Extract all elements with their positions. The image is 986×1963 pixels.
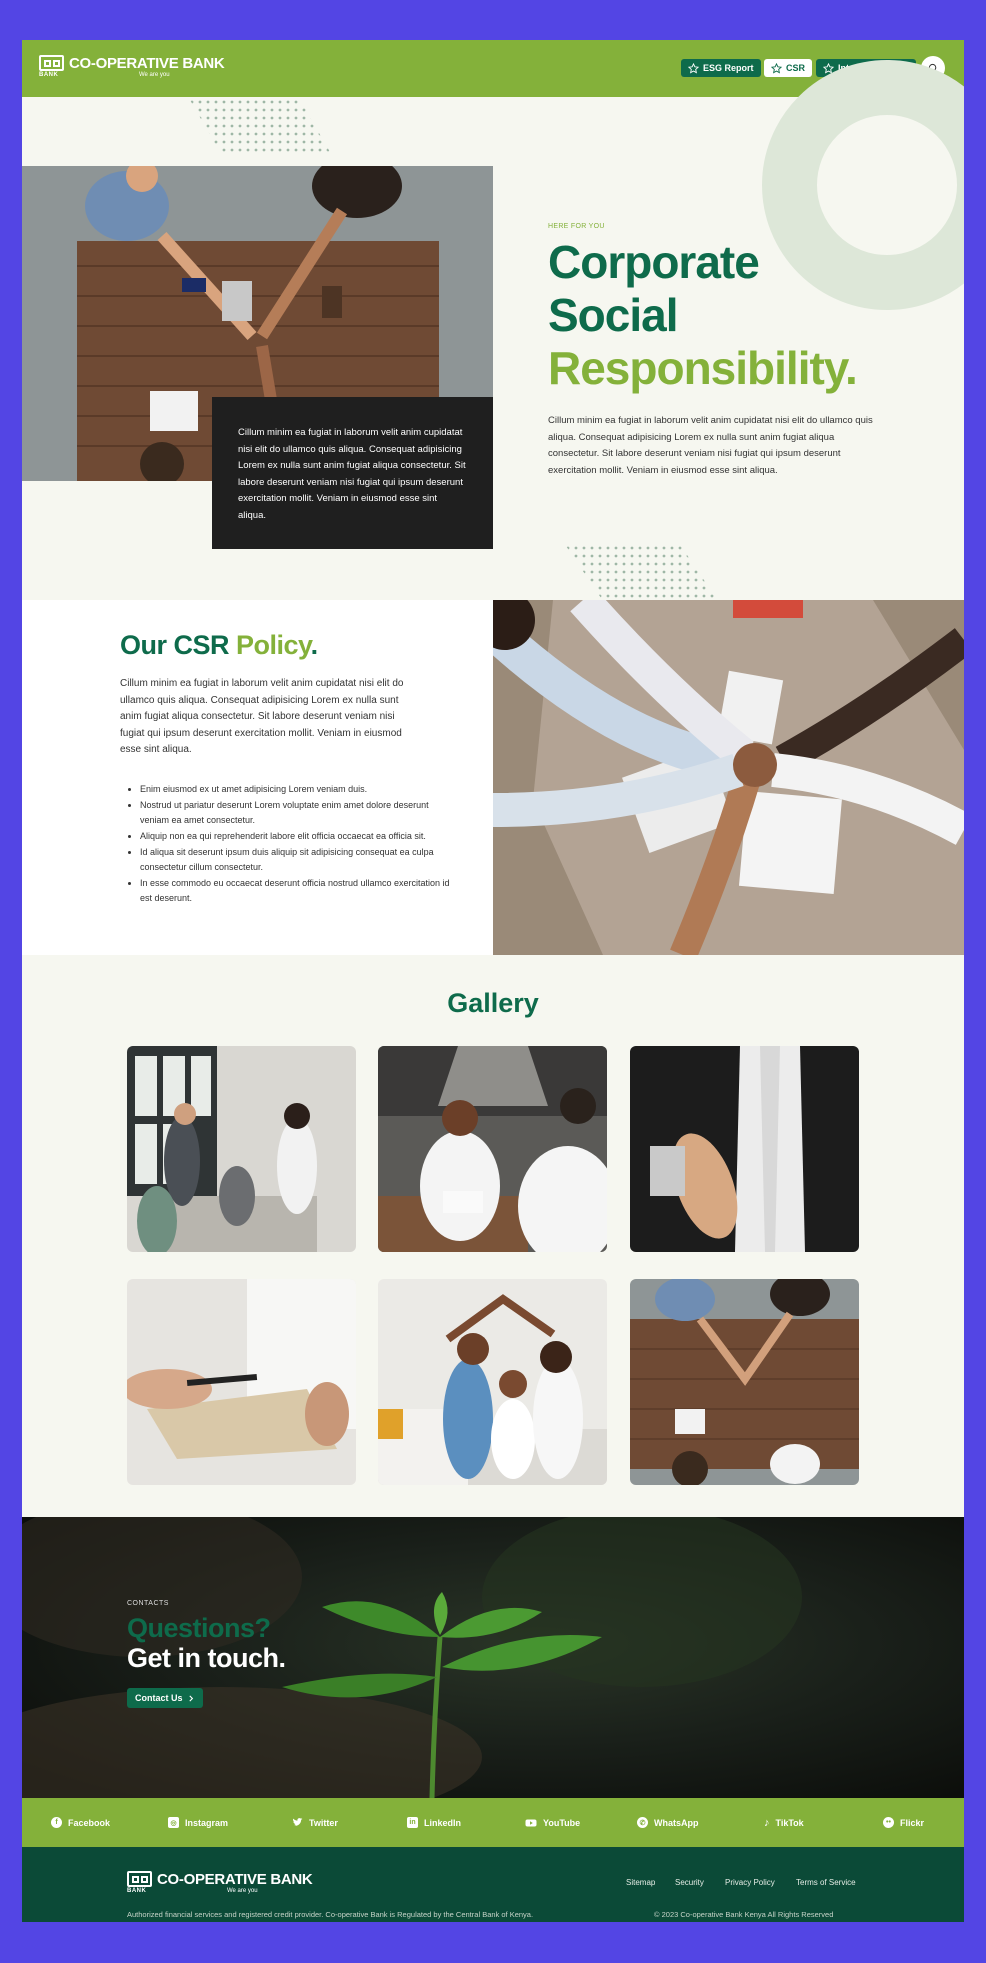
gallery-image [630, 1279, 859, 1485]
contact-us-button[interactable]: Contact Us [127, 1688, 203, 1708]
gallery-image [630, 1046, 859, 1252]
social-tiktok-link[interactable]: ♪ TikTok [764, 1798, 804, 1847]
social-label: Facebook [68, 1817, 111, 1828]
gallery-photo-signing[interactable] [127, 1279, 356, 1485]
page-frame: BANK CO-OPERATIVE BANK We are you ESG Re… [22, 40, 964, 1922]
gallery-image [378, 1279, 607, 1485]
logo-mark-icon [39, 55, 64, 71]
gallery-photo-handshake[interactable] [630, 1046, 859, 1252]
logo-small-text: BANK [127, 1888, 147, 1894]
esg-report-button[interactable]: ESG Report [681, 59, 761, 77]
gallery-photo-interview[interactable] [378, 1046, 607, 1252]
policy-title: Our CSR Policy. [120, 630, 318, 661]
social-label: Twitter [309, 1817, 338, 1828]
social-label: LinkedIn [424, 1817, 462, 1828]
hero-quote-card: Cillum minim ea fugiat in laborum velit … [212, 397, 493, 549]
list-item: Aliquip non ea qui reprehenderit labore … [140, 829, 458, 844]
chevron-right-icon [188, 1694, 193, 1702]
gallery-photo-team-table[interactable] [630, 1279, 859, 1485]
policy-title-part1: Our CSR [120, 630, 237, 660]
hero-title-line1: Corporate [548, 236, 760, 288]
site-footer: BANK CO-OPERATIVE BANK We are you Sitema… [22, 1847, 964, 1922]
list-item: Enim eiusmod ex ut amet adipisicing Lore… [140, 782, 458, 797]
list-item: In esse commodo eu occaecat deserunt off… [140, 876, 458, 906]
hero-title: Corporate Social Responsibility. [548, 236, 858, 395]
logo-tagline: We are you [139, 72, 170, 78]
footer-link-privacy[interactable]: Privacy Policy [725, 1878, 775, 1887]
footer-link-terms[interactable]: Terms of Service [796, 1878, 856, 1887]
policy-hands-photo [493, 600, 964, 955]
social-label: TikTok [775, 1817, 804, 1828]
gallery-image [127, 1279, 356, 1485]
hero-eyebrow: HERE FOR YOU [548, 223, 605, 230]
logo-name: CO-OPERATIVE BANK [157, 1871, 313, 1888]
gallery-title: Gallery [447, 988, 539, 1018]
decorative-dots [190, 100, 330, 152]
tiktok-icon: ♪ [764, 1816, 770, 1829]
logo-mark-icon [127, 1871, 152, 1887]
social-linkedin-link[interactable]: in LinkedIn [407, 1798, 461, 1847]
facebook-icon: f [51, 1817, 62, 1828]
policy-title-part2: Policy [236, 630, 311, 660]
list-item: Id aliqua sit deserunt ipsum duis aliqui… [140, 845, 458, 875]
social-flickr-link[interactable]: •• Flickr [883, 1798, 924, 1847]
policy-list: Enim eiusmod ex ut amet adipisicing Lore… [120, 782, 458, 907]
decorative-dots [566, 546, 716, 598]
logo-small-text: BANK [39, 72, 59, 78]
footer-disclaimer: Authorized financial services and regist… [127, 1910, 534, 1919]
linkedin-icon: in [407, 1817, 418, 1828]
contact-us-label: Contact Us [135, 1693, 183, 1703]
flickr-icon: •• [883, 1817, 894, 1828]
social-facebook-link[interactable]: f Facebook [51, 1798, 110, 1847]
gallery-image [127, 1046, 356, 1252]
csr-button[interactable]: CSR [764, 59, 813, 77]
social-twitter-link[interactable]: Twitter [292, 1798, 338, 1847]
youtube-icon [525, 1819, 537, 1826]
list-item: Nostrud ut pariatur deserunt Lorem volup… [140, 798, 458, 828]
social-label: WhatsApp [654, 1817, 699, 1828]
social-links-bar: f Facebook ◎ Instagram Twitter in Linked… [22, 1798, 964, 1847]
footer-copyright: © 2023 Co-operative Bank Kenya All Right… [654, 1910, 834, 1919]
social-youtube-link[interactable]: YouTube [525, 1798, 580, 1847]
instagram-icon: ◎ [168, 1817, 179, 1828]
social-instagram-link[interactable]: ◎ Instagram [168, 1798, 228, 1847]
twitter-icon [292, 1817, 303, 1826]
policy-description: Cillum minim ea fugiat in laborum velit … [120, 678, 404, 755]
contact-question: Questions? [127, 1613, 271, 1643]
contact-cta-heading: Get in touch. [127, 1643, 286, 1673]
footer-link-sitemap[interactable]: Sitemap [626, 1878, 655, 1887]
social-whatsapp-link[interactable]: ✆ WhatsApp [637, 1798, 699, 1847]
star-icon [771, 62, 782, 74]
gallery-photo-office-meeting[interactable] [127, 1046, 356, 1252]
policy-title-dot: . [310, 630, 319, 660]
hero-title-line2: Social [548, 289, 679, 341]
hero-description: Cillum minim ea fugiat in laborum velit … [548, 415, 873, 476]
esg-report-label: ESG Report [703, 63, 754, 73]
gallery-image [378, 1046, 607, 1252]
csr-label: CSR [786, 63, 806, 73]
logo-tagline: We are you [227, 1888, 258, 1894]
gallery-photo-family[interactable] [378, 1279, 607, 1485]
footer-link-security[interactable]: Security [675, 1878, 704, 1887]
star-icon [688, 62, 699, 74]
logo-name: CO-OPERATIVE BANK [69, 55, 225, 72]
social-label: YouTube [543, 1817, 581, 1828]
social-label: Instagram [185, 1817, 229, 1828]
contact-eyebrow: CONTACTS [127, 1600, 169, 1607]
hero-title-line3: Responsibility. [548, 342, 858, 394]
whatsapp-icon: ✆ [637, 1817, 648, 1828]
social-label: Flickr [900, 1817, 925, 1828]
